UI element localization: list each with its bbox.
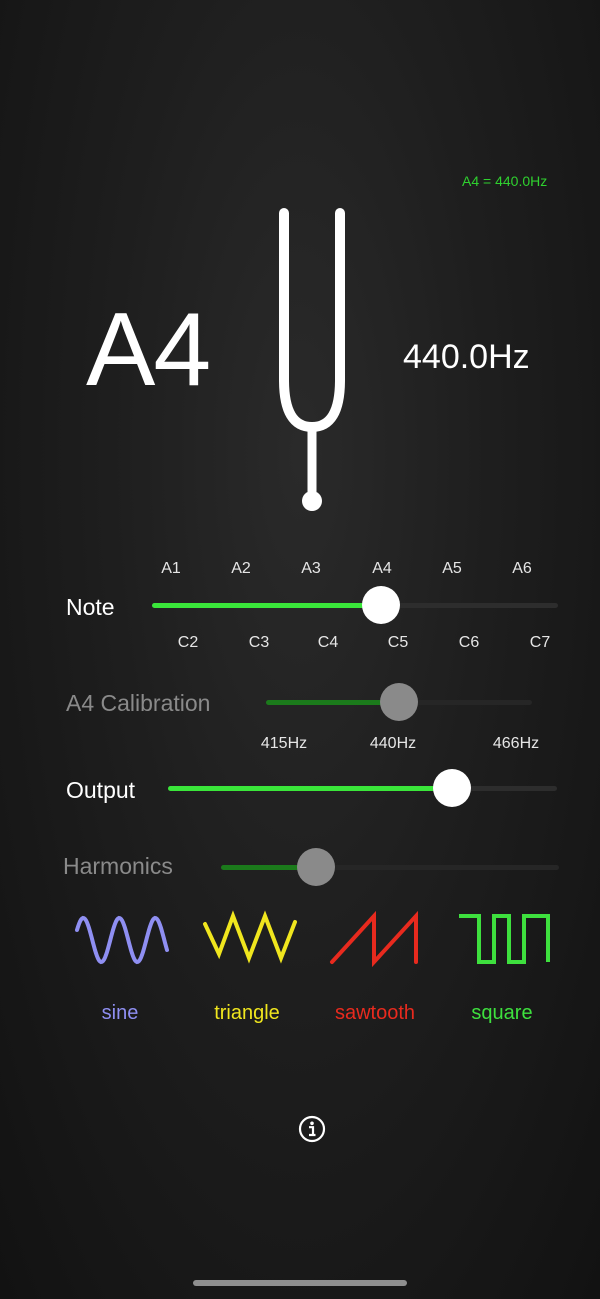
calibration-slider[interactable] — [266, 683, 532, 721]
output-slider-fill — [168, 786, 452, 791]
note-tick-bottom: C4 — [317, 634, 339, 651]
note-slider-label: Note — [66, 594, 115, 620]
tuning-fork-icon — [279, 208, 345, 511]
harmonics-slider-label: Harmonics — [63, 853, 173, 879]
triangle-button-label[interactable]: triangle — [214, 1002, 280, 1025]
note-tick-top: A6 — [512, 560, 532, 577]
note-slider-thumb[interactable] — [362, 586, 400, 624]
note-tick-top: A3 — [301, 560, 321, 577]
output-slider[interactable] — [168, 769, 557, 807]
note-tick-bottom: C2 — [177, 634, 199, 651]
reference-pitch-label: A4 = 440.0Hz — [462, 173, 548, 189]
calibration-slider-label: A4 Calibration — [66, 690, 211, 716]
note-slider-fill — [152, 603, 381, 608]
square-wave-icon[interactable] — [456, 908, 552, 972]
harmonics-slider-thumb[interactable] — [297, 848, 335, 886]
sawtooth-button-label[interactable]: sawtooth — [335, 1002, 415, 1025]
output-slider-thumb[interactable] — [433, 769, 471, 807]
note-tick-top: A5 — [442, 560, 462, 577]
calibration-tick: 415Hz — [260, 735, 308, 752]
triangle-wave-icon[interactable] — [202, 908, 298, 972]
note-tick-top: A4 — [372, 560, 392, 577]
calibration-slider-thumb[interactable] — [380, 683, 418, 721]
sine-button-label[interactable]: sine — [102, 1002, 139, 1025]
sawtooth-wave-icon[interactable] — [328, 908, 424, 972]
current-frequency: 440.0Hz — [403, 338, 530, 376]
square-button-label[interactable]: square — [471, 1002, 532, 1025]
output-slider-label: Output — [66, 777, 136, 803]
note-slider[interactable] — [152, 586, 558, 624]
harmonics-slider[interactable] — [221, 848, 559, 886]
info-icon[interactable] — [298, 1115, 326, 1143]
home-indicator — [193, 1280, 407, 1286]
sine-wave-icon[interactable] — [74, 908, 170, 972]
calibration-tick: 440Hz — [369, 735, 417, 752]
note-tick-top: A2 — [231, 560, 251, 577]
note-tick-bottom: C3 — [248, 634, 270, 651]
note-tick-bottom: C5 — [387, 634, 409, 651]
note-tick-bottom: C7 — [529, 634, 551, 651]
current-note: A4 — [86, 292, 211, 408]
note-tick-bottom: C6 — [458, 634, 480, 651]
note-tick-top: A1 — [161, 560, 181, 577]
calibration-tick: 466Hz — [492, 735, 540, 752]
